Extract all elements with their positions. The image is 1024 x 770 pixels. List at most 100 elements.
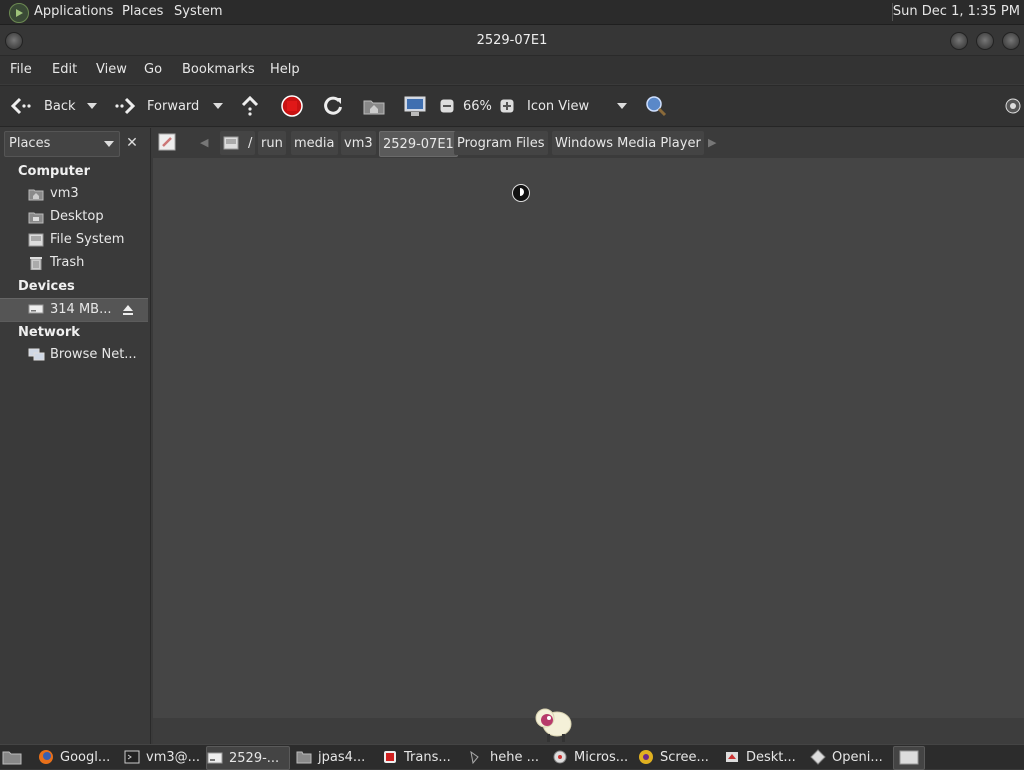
minimize-button[interactable]	[950, 32, 968, 50]
view-mode-label: Icon View	[527, 98, 590, 114]
activity-spinner	[1005, 86, 1021, 126]
crumb-media[interactable]: media	[291, 131, 338, 155]
menu-view[interactable]: View	[96, 62, 127, 77]
crumb-root[interactable]: /	[220, 131, 256, 155]
computer-button[interactable]	[403, 86, 427, 126]
crumb-root-label: /	[248, 135, 253, 151]
desktop-app-icon	[726, 752, 738, 762]
sidebar-item-label: Browse Net...	[50, 347, 137, 362]
search-button[interactable]	[645, 86, 667, 126]
taskbar-item-label: Deskt...	[746, 749, 796, 765]
taskbar-item-file-browser[interactable]: 2529-...	[206, 746, 290, 770]
menu-edit[interactable]: Edit	[52, 62, 77, 77]
computer-icon	[404, 96, 426, 116]
busy-cursor-icon	[512, 184, 530, 202]
edit-icon	[158, 133, 176, 151]
forward-button[interactable]: Forward	[113, 86, 199, 126]
sidebar-item-browse-network[interactable]: Browse Net...	[0, 344, 148, 366]
forward-history-dropdown[interactable]	[213, 103, 223, 109]
search-icon	[646, 96, 667, 117]
folder-icon	[296, 751, 312, 764]
gnome-foot-icon[interactable]	[9, 3, 29, 23]
sidebar-item-trash[interactable]: Trash	[0, 252, 148, 274]
transmission-icon	[384, 751, 396, 763]
taskbar-item-folder[interactable]: jpas4...	[296, 746, 376, 768]
zoom-out-button[interactable]	[440, 86, 454, 126]
scroll-right-arrow[interactable]: ▶	[708, 136, 716, 149]
section-computer: Computer	[18, 164, 91, 179]
zoom-in-button[interactable]	[500, 86, 514, 126]
desktop-folder-icon	[28, 212, 44, 224]
sidebar-item-label: Trash	[50, 255, 85, 270]
show-desktop-button[interactable]	[2, 746, 24, 768]
crumb-2529-07e1[interactable]: 2529-07E1	[379, 131, 458, 157]
stop-button[interactable]	[281, 86, 303, 126]
taskbar-item-microsoft[interactable]: Micros...	[552, 746, 632, 768]
home-button[interactable]	[363, 86, 385, 126]
menubar: File Edit View Go Bookmarks Help	[0, 56, 1024, 84]
menu-bookmarks[interactable]: Bookmarks	[182, 62, 255, 77]
up-arrow-icon	[241, 95, 259, 116]
zoom-level[interactable]: 66%	[463, 86, 492, 126]
applications-menu[interactable]: Applications	[34, 4, 113, 19]
zoom-in-icon	[500, 99, 514, 113]
taskbar-item-desktop[interactable]: Deskt...	[724, 746, 804, 768]
view-mode-dropdown[interactable]	[617, 103, 627, 109]
taskbar-item-screenshot[interactable]: Scree...	[638, 746, 718, 768]
taskbar-item-opening[interactable]: Openi...	[810, 746, 890, 768]
back-history-dropdown[interactable]	[87, 103, 97, 109]
sidebar-item-vm3[interactable]: vm3	[0, 183, 148, 205]
close-sidebar-button[interactable]: ✕	[122, 133, 142, 153]
menu-help[interactable]: Help	[270, 62, 300, 77]
menu-file[interactable]: File	[10, 62, 32, 77]
window-title: 2529-07E1	[476, 33, 548, 48]
window-titlebar[interactable]: 2529-07E1	[0, 25, 1024, 56]
scroll-left-arrow[interactable]: ◀	[200, 136, 208, 149]
toolbar: Back Forward 66% Icon View	[0, 85, 1024, 127]
taskbar-item-transmission[interactable]: Trans...	[382, 746, 462, 768]
eject-icon[interactable]	[122, 304, 134, 316]
maximize-button[interactable]	[976, 32, 994, 50]
file-view-area[interactable]	[153, 158, 1024, 718]
system-menu[interactable]: System	[174, 4, 222, 19]
taskbar-item-label: 2529-...	[229, 750, 280, 766]
network-icon	[28, 348, 45, 361]
zoom-out-icon	[440, 99, 454, 113]
back-button[interactable]: Back	[10, 86, 76, 126]
sidebar-item-device[interactable]: 314 MB...	[0, 298, 148, 322]
crumb-windows-media-player[interactable]: Windows Media Player	[552, 131, 704, 155]
close-button[interactable]	[1002, 32, 1020, 50]
spinner-icon	[1005, 98, 1021, 114]
drive-icon	[207, 752, 223, 764]
edit-location-button[interactable]	[158, 133, 176, 155]
reload-button[interactable]	[322, 86, 344, 126]
sidebar-item-label: File System	[50, 232, 125, 247]
sidebar: Places ✕ Computer vm3 Desktop File Syste…	[0, 128, 151, 744]
crumb-run[interactable]: run	[258, 131, 286, 155]
wine-icon	[553, 750, 567, 764]
firefox-icon	[39, 750, 53, 764]
taskbar-item-firefox[interactable]: Googl...	[38, 746, 118, 768]
home-folder-icon	[28, 189, 44, 201]
taskbar-item-hehe[interactable]: hehe ...	[468, 746, 548, 768]
up-button[interactable]	[240, 86, 260, 126]
sheep-icon	[535, 708, 572, 742]
pidgin-icon	[470, 750, 479, 765]
sidebar-item-file-system[interactable]: File System	[0, 229, 148, 251]
horizontal-scroll-area[interactable]	[153, 718, 1024, 744]
crumb-program-files[interactable]: Program Files	[454, 131, 548, 155]
clock[interactable]: Sun Dec 1, 1:35 PM	[893, 4, 1020, 19]
crumb-vm3[interactable]: vm3	[341, 131, 376, 155]
taskbar-item-label: jpas4...	[318, 749, 366, 765]
menu-go[interactable]: Go	[144, 62, 162, 77]
places-menu[interactable]: Places	[122, 4, 163, 19]
sidebar-type-select[interactable]: Places	[4, 131, 120, 157]
workspace-switcher[interactable]	[893, 746, 925, 770]
taskbar-item-label: vm3@...	[146, 749, 201, 765]
sidebar-item-label: 314 MB...	[50, 302, 112, 317]
taskbar-item-terminal[interactable]: vm3@...	[124, 746, 204, 768]
sidebar-item-desktop[interactable]: Desktop	[0, 206, 148, 228]
forward-arrow-icon	[115, 97, 136, 115]
view-mode-select[interactable]: Icon View	[527, 86, 589, 126]
section-network: Network	[18, 325, 80, 340]
